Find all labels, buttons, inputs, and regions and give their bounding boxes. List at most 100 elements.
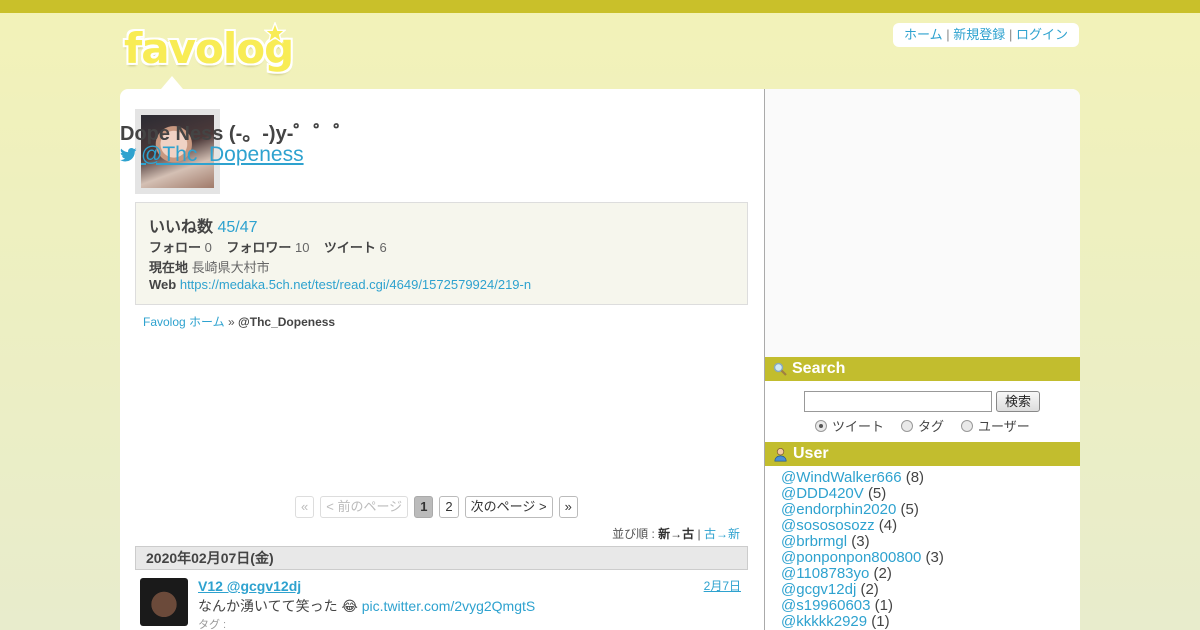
breadcrumb-current: @Thc_Dopeness [238, 315, 336, 329]
tweet-user-link[interactable]: V12 @gcgv12dj [198, 578, 301, 594]
radio-tag-dot[interactable] [901, 419, 914, 432]
twitter-bird-icon [120, 148, 137, 162]
tweet-count-value: 6 [379, 240, 387, 255]
radio-user-dot[interactable] [961, 419, 974, 432]
laughing-emoji-icon: 😂 [341, 598, 358, 614]
profile-name: Dope Ness (-。-)y-゜゜゜ [120, 123, 354, 145]
list-item: @brbrmgl (3) [781, 534, 944, 550]
web-label: Web [149, 277, 177, 292]
breadcrumb-separator: » [228, 315, 235, 329]
user-section-header: User [765, 442, 1080, 466]
search-section-header: Search [765, 357, 1080, 381]
radio-user-label: ユーザー [978, 419, 1030, 434]
pager-page-2[interactable]: 2 [439, 496, 459, 518]
user-link[interactable]: @brbrmgl [781, 533, 847, 550]
logo-pointer [161, 76, 183, 89]
nav-separator: | [1008, 27, 1013, 42]
nav-register-link[interactable]: 新規登録 [953, 27, 1005, 42]
sort-newest: 新→古 [658, 527, 695, 541]
radio-tag[interactable]: タグ [901, 416, 944, 435]
profile-handle-link[interactable]: @Thc_Dopeness [120, 143, 304, 167]
user-section-title: User [793, 445, 829, 462]
sidebar: Search User @WindWalker666 (8) @DDD420V … [764, 89, 1080, 630]
tweet-avatar[interactable] [140, 578, 188, 626]
web-row: Web https://medaka.5ch.net/test/read.cgi… [149, 277, 531, 292]
radio-tag-label: タグ [918, 419, 945, 434]
list-item: @endorphin2020 (5) [781, 502, 944, 518]
magnifier-icon [773, 362, 787, 376]
sort-oldest-link[interactable]: 古→新 [704, 527, 740, 541]
user-link[interactable]: @WindWalker666 [781, 469, 902, 486]
user-count: (5) [900, 501, 919, 518]
tweet-pic-link[interactable]: pic.twitter.com/2vyg2QmgtS [362, 598, 536, 614]
tweet-date-link[interactable]: 2月7日 [704, 577, 741, 594]
follow-value: 0 [204, 240, 212, 255]
main-content: いいね数 45/47 フォロー 0 フォロワー 10 ツイート 6 現在地 長崎… [120, 89, 764, 630]
tweet-text: なんか湧いてて笑った 😂 pic.twitter.com/2vyg2QmgtS [198, 596, 535, 616]
user-link[interactable]: @gcgv12dj [781, 581, 856, 598]
web-link[interactable]: https://medaka.5ch.net/test/read.cgi/464… [180, 277, 531, 292]
list-item: @sosososozz (4) [781, 518, 944, 534]
tweet-count-label: ツイート [323, 240, 376, 255]
location-value: 長崎県大村市 [191, 260, 270, 275]
user-link[interactable]: @ponponpon800800 [781, 549, 921, 566]
tweet-body: なんか湧いてて笑った [198, 598, 338, 614]
radio-tweet[interactable]: ツイート [815, 416, 884, 435]
user-count: (3) [925, 549, 944, 566]
user-link[interactable]: @sosososozz [781, 517, 875, 534]
user-link[interactable]: @s19960603 [781, 597, 870, 614]
user-count: (4) [878, 517, 898, 534]
ad-slot [765, 89, 1080, 357]
date-header: 2020年02月07日(金) [135, 546, 748, 570]
pager-first-button[interactable]: « [295, 496, 315, 518]
location-label: 現在地 [149, 260, 189, 275]
follow-stats: フォロー 0 フォロワー 10 ツイート 6 [149, 237, 387, 256]
follow-label: フォロー [149, 240, 202, 255]
user-link[interactable]: @endorphin2020 [781, 501, 896, 518]
likes-value: 45/47 [217, 219, 258, 236]
nav-login-link[interactable]: ログイン [1016, 27, 1068, 42]
search-input[interactable] [804, 391, 992, 412]
list-item: @WindWalker666 (8) [781, 470, 944, 486]
sort-separator: | [697, 527, 701, 541]
sort-order: 並び順 : 新→古 | 古→新 [612, 525, 740, 542]
location-row: 現在地 長崎県大村市 [149, 257, 270, 276]
search-section-title: Search [792, 360, 846, 377]
user-link[interactable]: @1108783yo [781, 565, 869, 582]
radio-tweet-dot[interactable] [815, 419, 827, 432]
user-list: @WindWalker666 (8) @DDD420V (5) @endorph… [781, 470, 944, 630]
list-item: @ponponpon800800 (3) [781, 550, 944, 566]
likes-count: いいね数 45/47 [149, 213, 258, 237]
user-count: (2) [860, 581, 879, 598]
user-count: (2) [873, 565, 892, 582]
profile-stats-box: いいね数 45/47 フォロー 0 フォロワー 10 ツイート 6 現在地 長崎… [135, 202, 748, 305]
search-type-radios: ツイート タグ ユーザー [815, 416, 1030, 435]
user-link[interactable]: @kkkkk2929 [781, 613, 867, 630]
pager-next-button[interactable]: 次のページ > [464, 496, 553, 518]
radio-tweet-label: ツイート [832, 419, 885, 434]
favolog-logo[interactable]: favolog [124, 22, 294, 73]
likes-label: いいね数 [149, 219, 214, 236]
radio-user[interactable]: ユーザー [961, 416, 1030, 435]
nav-separator: | [946, 27, 950, 42]
list-item: @1108783yo (2) [781, 566, 944, 582]
top-bar [0, 0, 1200, 13]
sort-label: 並び順 : [612, 527, 655, 541]
nav-home-link[interactable]: ホーム [904, 27, 943, 42]
user-count: (1) [874, 597, 893, 614]
breadcrumb: Favolog ホーム » @Thc_Dopeness [143, 313, 335, 330]
list-item: @DDD420V (5) [781, 486, 944, 502]
pager-prev-button[interactable]: < 前のページ [320, 496, 409, 518]
tweet-tags: タグ : [198, 619, 227, 630]
search-button[interactable]: 検索 [996, 391, 1040, 412]
user-link[interactable]: @DDD420V [781, 485, 864, 502]
pager-last-button[interactable]: » [558, 496, 578, 518]
breadcrumb-home[interactable]: Favolog ホーム [143, 315, 225, 329]
user-count: (5) [867, 485, 887, 502]
pager-page-1[interactable]: 1 [414, 496, 434, 518]
user-count: (3) [851, 533, 870, 550]
list-item: @gcgv12dj (2) [781, 582, 944, 598]
profile-handle-text: @Thc_Dopeness [141, 143, 304, 166]
star-icon [264, 22, 286, 44]
pagination: « < 前のページ 1 2 次のページ > » [295, 496, 578, 518]
